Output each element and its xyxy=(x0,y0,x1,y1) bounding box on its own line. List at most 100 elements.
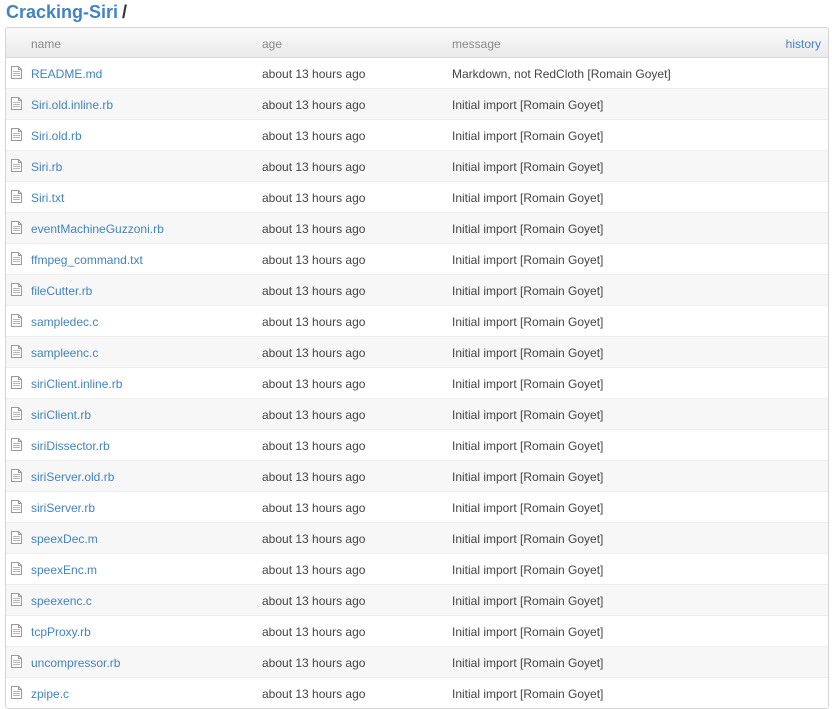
file-commit-message: Initial import [Romain Goyet] xyxy=(452,594,604,608)
file-name-link[interactable]: eventMachineGuzzoni.rb xyxy=(31,222,164,236)
file-name-link[interactable]: README.md xyxy=(31,67,102,81)
file-commit-message: Initial import [Romain Goyet] xyxy=(452,656,604,670)
file-commit-message: Initial import [Romain Goyet] xyxy=(452,346,604,360)
file-age: about 13 hours ago xyxy=(262,532,366,546)
file-age: about 13 hours ago xyxy=(262,501,366,515)
file-commit-message: Initial import [Romain Goyet] xyxy=(452,501,604,515)
file-row: tcpProxy.rb about 13 hours ago Initial i… xyxy=(6,615,828,646)
file-name-link[interactable]: speexenc.c xyxy=(31,594,92,608)
file-name-link[interactable]: sampledec.c xyxy=(31,315,98,329)
repo-link[interactable]: Cracking-Siri xyxy=(6,2,118,22)
file-text-icon xyxy=(11,686,22,699)
file-row: Siri.rb about 13 hours ago Initial impor… xyxy=(6,150,828,181)
file-name-link[interactable]: siriClient.inline.rb xyxy=(31,377,122,391)
file-row: speexenc.c about 13 hours ago Initial im… xyxy=(6,584,828,615)
file-commit-message: Initial import [Romain Goyet] xyxy=(452,284,604,298)
file-age: about 13 hours ago xyxy=(262,222,366,236)
file-name-link[interactable]: siriServer.old.rb xyxy=(31,470,114,484)
file-age: about 13 hours ago xyxy=(262,625,366,639)
file-commit-message: Initial import [Romain Goyet] xyxy=(452,470,604,484)
file-text-icon xyxy=(11,531,22,544)
file-text-icon xyxy=(11,655,22,668)
file-row: sampleenc.c about 13 hours ago Initial i… xyxy=(6,336,828,367)
file-name-link[interactable]: Siri.rb xyxy=(31,160,62,174)
breadcrumb: Cracking-Siri / xyxy=(6,2,127,24)
file-text-icon xyxy=(11,469,22,482)
file-commit-message: Initial import [Romain Goyet] xyxy=(452,439,604,453)
file-name-link[interactable]: Siri.old.inline.rb xyxy=(31,98,113,112)
file-age: about 13 hours ago xyxy=(262,191,366,205)
file-row: ffmpeg_command.txt about 13 hours ago In… xyxy=(6,243,828,274)
file-text-icon xyxy=(11,345,22,358)
file-row: eventMachineGuzzoni.rb about 13 hours ag… xyxy=(6,212,828,243)
file-commit-message: Initial import [Romain Goyet] xyxy=(452,222,604,236)
file-commit-message: Markdown, not RedCloth [Romain Goyet] xyxy=(452,67,671,81)
file-name-link[interactable]: speexEnc.m xyxy=(31,563,97,577)
file-age: about 13 hours ago xyxy=(262,129,366,143)
file-age: about 13 hours ago xyxy=(262,253,366,267)
file-name-link[interactable]: fileCutter.rb xyxy=(31,284,92,298)
file-text-icon xyxy=(11,252,22,265)
file-row: zpipe.c about 13 hours ago Initial impor… xyxy=(6,677,828,708)
file-text-icon xyxy=(11,624,22,637)
file-list: README.md about 13 hours ago Markdown, n… xyxy=(6,58,828,708)
file-name-link[interactable]: ffmpeg_command.txt xyxy=(31,253,143,267)
file-text-icon xyxy=(11,159,22,172)
file-row: uncompressor.rb about 13 hours ago Initi… xyxy=(6,646,828,677)
file-age: about 13 hours ago xyxy=(262,98,366,112)
file-row: siriDissector.rb about 13 hours ago Init… xyxy=(6,429,828,460)
file-commit-message: Initial import [Romain Goyet] xyxy=(452,687,604,701)
file-commit-message: Initial import [Romain Goyet] xyxy=(452,98,604,112)
file-row: Siri.txt about 13 hours ago Initial impo… xyxy=(6,181,828,212)
file-age: about 13 hours ago xyxy=(262,67,366,81)
file-name-link[interactable]: speexDec.m xyxy=(31,532,98,546)
age-column-header: age xyxy=(262,37,283,51)
file-age: about 13 hours ago xyxy=(262,594,366,608)
file-age: about 13 hours ago xyxy=(262,408,366,422)
file-name-link[interactable]: uncompressor.rb xyxy=(31,656,120,670)
file-age: about 13 hours ago xyxy=(262,687,366,701)
file-commit-message: Initial import [Romain Goyet] xyxy=(452,129,604,143)
file-age: about 13 hours ago xyxy=(262,470,366,484)
file-commit-message: Initial import [Romain Goyet] xyxy=(452,563,604,577)
file-name-link[interactable]: siriServer.rb xyxy=(31,501,95,515)
file-text-icon xyxy=(11,97,22,110)
file-row: Siri.old.inline.rb about 13 hours ago In… xyxy=(6,88,828,119)
file-row: siriClient.inline.rb about 13 hours ago … xyxy=(6,367,828,398)
message-column-header: message xyxy=(452,37,501,51)
file-text-icon xyxy=(11,438,22,451)
file-age: about 13 hours ago xyxy=(262,315,366,329)
file-text-icon xyxy=(11,407,22,420)
file-name-link[interactable]: Siri.txt xyxy=(31,191,64,205)
file-commit-message: Initial import [Romain Goyet] xyxy=(452,191,604,205)
file-text-icon xyxy=(11,376,22,389)
file-age: about 13 hours ago xyxy=(262,656,366,670)
file-row: sampledec.c about 13 hours ago Initial i… xyxy=(6,305,828,336)
file-commit-message: Initial import [Romain Goyet] xyxy=(452,160,604,174)
file-name-link[interactable]: tcpProxy.rb xyxy=(31,625,91,639)
file-row: README.md about 13 hours ago Markdown, n… xyxy=(6,58,828,88)
file-commit-message: Initial import [Romain Goyet] xyxy=(452,532,604,546)
file-text-icon xyxy=(11,500,22,513)
file-name-link[interactable]: sampleenc.c xyxy=(31,346,98,360)
file-name-link[interactable]: Siri.old.rb xyxy=(31,129,82,143)
file-age: about 13 hours ago xyxy=(262,284,366,298)
file-age: about 13 hours ago xyxy=(262,377,366,391)
file-commit-message: Initial import [Romain Goyet] xyxy=(452,625,604,639)
file-commit-message: Initial import [Romain Goyet] xyxy=(452,408,604,422)
file-text-icon xyxy=(11,593,22,606)
history-link[interactable]: history xyxy=(786,37,821,51)
file-text-icon xyxy=(11,66,22,79)
file-row: siriServer.old.rb about 13 hours ago Ini… xyxy=(6,460,828,491)
file-row: siriServer.rb about 13 hours ago Initial… xyxy=(6,491,828,522)
file-tree: name age message history README.md about… xyxy=(5,27,829,709)
file-name-link[interactable]: siriDissector.rb xyxy=(31,439,110,453)
file-text-icon xyxy=(11,128,22,141)
file-name-link[interactable]: zpipe.c xyxy=(31,687,69,701)
file-name-link[interactable]: siriClient.rb xyxy=(31,408,91,422)
file-tree-header: name age message history xyxy=(6,28,828,58)
file-age: about 13 hours ago xyxy=(262,160,366,174)
file-age: about 13 hours ago xyxy=(262,346,366,360)
file-row: siriClient.rb about 13 hours ago Initial… xyxy=(6,398,828,429)
file-row: speexEnc.m about 13 hours ago Initial im… xyxy=(6,553,828,584)
